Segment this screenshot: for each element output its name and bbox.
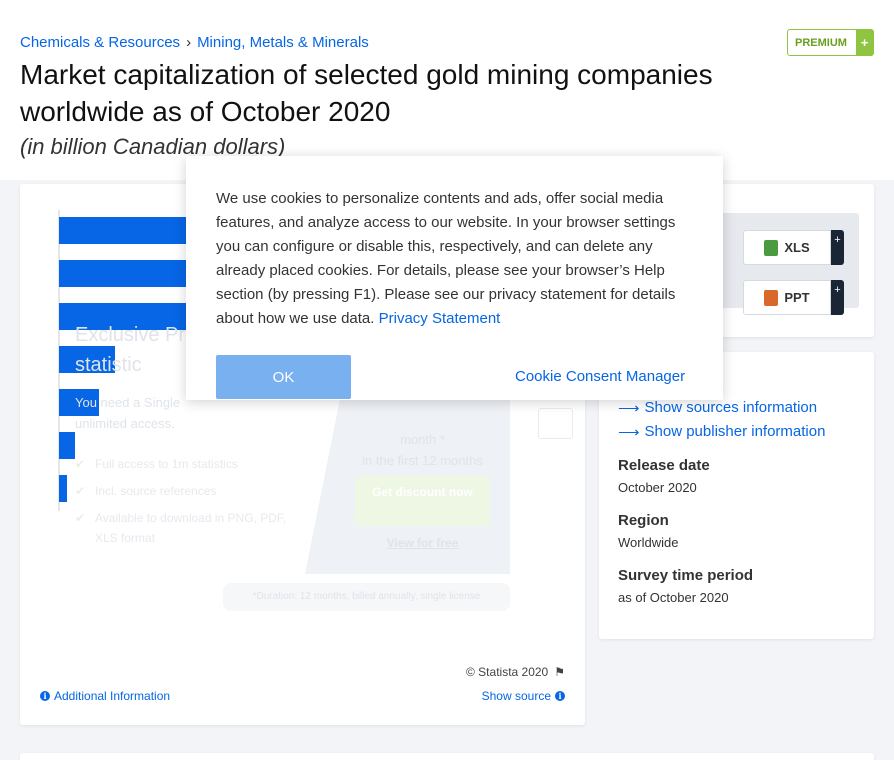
promo-need-line2: unlimited access. [75,416,175,431]
chart-bar [59,475,67,502]
plus-icon[interactable]: + [831,230,844,265]
survey-period-label: Survey time period [618,567,754,584]
download-xls-main[interactable]: XLS [743,230,831,265]
cookie-ok-button[interactable]: OK [216,355,351,399]
view-for-free-link[interactable]: View for free [355,536,490,550]
download-ppt-main[interactable]: PPT [743,280,831,315]
info-icon: i [40,691,50,701]
chart-bar [59,432,75,459]
promo-price-line1: month * [400,432,445,447]
show-publisher-label: Show publisher information [644,423,826,440]
xls-icon [764,239,779,256]
cookie-consent-dialog: We use cookies to personalize contents a… [186,156,723,400]
chart-option-button[interactable] [538,408,573,439]
privacy-statement-link[interactable]: Privacy Statement [379,310,501,327]
plus-icon[interactable]: + [831,280,844,315]
show-sources-link[interactable]: ⟶ Show sources information [618,399,817,417]
promo-title-line1: Exclusive Pr [75,324,186,346]
promo-feature-item: Available to download in PNG, PDF, XLS f… [75,508,295,548]
promo-footnote: *Duration: 12 months, billed annually, s… [223,583,510,611]
flag-icon[interactable]: ⚑ [554,665,565,679]
page-header: Chemicals & Resources › Mining, Metals &… [0,0,894,180]
promo-title-line2: statistic [75,354,142,376]
promo-price-line2: in the first 12 months [362,453,483,468]
arrow-right-icon: ⟶ [618,424,640,441]
ppt-icon [764,289,779,306]
show-sources-label: Show sources information [644,399,818,416]
copyright-text: © Statista 2020 [466,665,549,679]
breadcrumb-item-chemicals[interactable]: Chemicals & Resources [20,34,180,51]
chart-copyright: © Statista 2020 ⚑ [466,665,565,679]
show-source-label: Show source [481,689,551,703]
cookie-message: We use cookies to personalize contents a… [216,190,676,327]
promo-feature-item: Full access to 1m statistics [75,454,295,474]
arrow-right-icon: ⟶ [618,400,640,417]
show-publisher-link[interactable]: ⟶ Show publisher information [618,423,825,441]
show-source-link[interactable]: Show source i [482,689,565,703]
page-title: Market capitalization of selected gold m… [20,59,713,127]
additional-information-label: Additional Information [54,689,171,703]
plus-icon: + [856,30,873,55]
premium-badge[interactable]: PREMIUM + [787,29,874,56]
next-section-card [20,753,874,760]
premium-label: PREMIUM [795,36,847,49]
release-date-value: October 2020 [618,480,697,495]
cookie-consent-manager-link[interactable]: Cookie Consent Manager [515,368,685,385]
release-date-label: Release date [618,457,710,474]
breadcrumb-separator: › [186,34,192,51]
additional-information-link[interactable]: i Additional Information [40,689,170,703]
promo-price: month * in the first 12 months [335,429,510,471]
breadcrumb: Chemicals & Resources › Mining, Metals &… [20,34,369,51]
get-discount-button[interactable]: Get discount now [355,476,490,526]
region-value: Worldwide [618,535,679,550]
download-ppt-button[interactable]: PPT + [743,280,844,315]
breadcrumb-item-mining[interactable]: Mining, Metals & Minerals [197,34,369,51]
region-label: Region [618,512,669,529]
survey-period-value: as of October 2020 [618,590,729,605]
cookie-text: We use cookies to personalize contents a… [216,187,696,331]
info-icon: i [555,691,565,701]
download-ppt-label: PPT [784,290,810,305]
download-xls-button[interactable]: XLS + [743,230,844,265]
promo-title: Exclusive Pr statistic [75,320,185,380]
promo-features: Full access to 1m statistics Incl. sourc… [75,454,295,555]
download-xls-label: XLS [784,240,810,255]
promo-feature-item: Incl. source references [75,481,295,501]
